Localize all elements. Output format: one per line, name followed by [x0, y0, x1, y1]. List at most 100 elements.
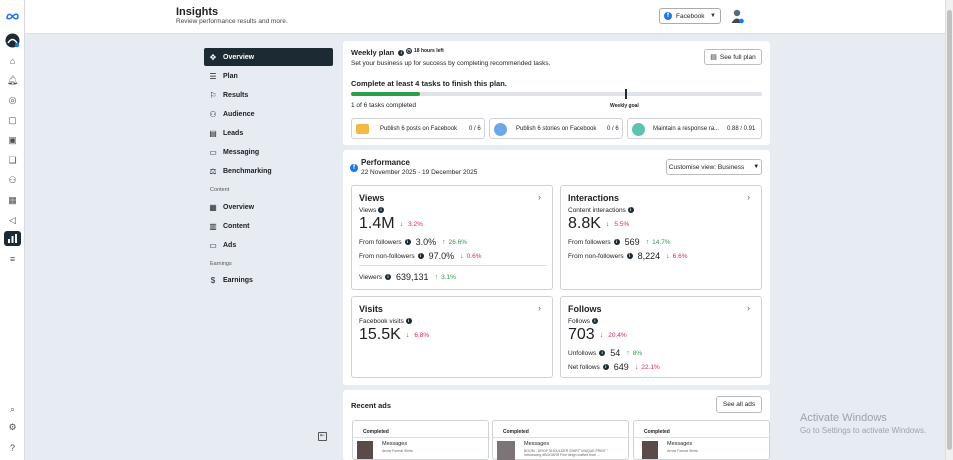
search-icon[interactable]: ⌕	[6, 403, 19, 416]
ad-card[interactable]: Completed Messages Arrow Formal Shirts	[352, 420, 490, 460]
info-icon[interactable]: i	[613, 239, 620, 245]
weekly-goal-text: Complete at least 4 tasks to finish this…	[351, 79, 507, 88]
nav-item-label: Overview	[223, 203, 255, 211]
nav-item-label: Plan	[223, 72, 238, 80]
views-label-text: Views	[359, 207, 377, 214]
visits-metric-card[interactable]: Visits › Facebook visits i 15.5K ↓ 6.8%	[351, 296, 553, 378]
nav-section-earnings: Earnings	[210, 261, 232, 267]
page-avatar-icon[interactable]	[5, 33, 20, 48]
inbox-icon[interactable]: ▣	[6, 134, 19, 147]
megaphone-icon[interactable]: ◁	[6, 214, 19, 227]
interactions-value-row: 8.8K ↓ 5.5%	[568, 215, 629, 233]
chevron-right-icon[interactable]: ›	[747, 192, 750, 202]
facebook-icon: f	[664, 12, 672, 20]
viewers-row: Viewers i 639,131 ↑ 3.1%	[359, 272, 456, 282]
collapse-panel-icon[interactable]: ⇤	[318, 432, 327, 441]
settings-icon[interactable]: ⚙	[6, 421, 19, 434]
ad-card[interactable]: Completed Messages BOOM - DROP SHOULDER …	[492, 420, 630, 460]
info-icon[interactable]: i	[404, 239, 411, 245]
page-subtitle: Review performance results and more.	[176, 18, 288, 25]
facebook-icon: f	[350, 164, 358, 172]
info-icon[interactable]: i	[626, 253, 633, 259]
info-icon[interactable]: i	[405, 318, 412, 325]
help-icon[interactable]: ?	[6, 441, 19, 454]
ad-type: Messages	[382, 441, 408, 447]
chevron-right-icon[interactable]: ›	[538, 192, 541, 202]
performance-card: f Performance 22 November 2025 - 19 Dece…	[343, 150, 770, 385]
ad-thumbnail	[357, 441, 373, 459]
grid-icon[interactable]: ▦	[6, 194, 19, 207]
follows-label: Follows i	[568, 318, 598, 325]
customise-view-select[interactable]: Customise view: Business ▼	[666, 159, 762, 175]
info-icon[interactable]: i	[602, 364, 609, 370]
interactions-label: Content interactions i	[568, 207, 634, 214]
row-value: 97.0%	[428, 251, 455, 261]
info-icon[interactable]: i	[385, 274, 392, 280]
follows-value: 703	[568, 326, 595, 343]
nav-item-results[interactable]: ⚐ Results	[204, 86, 333, 104]
visits-value: 15.5K	[359, 326, 401, 343]
people-icon[interactable]: ⚇	[6, 174, 19, 187]
stack-icon[interactable]: ❏	[6, 154, 19, 167]
time-left-text: 18 hours left	[414, 48, 444, 54]
plan-progress-fill	[351, 92, 420, 96]
posts-icon[interactable]: ▢	[6, 114, 19, 127]
visits-label-text: Facebook visits	[359, 318, 404, 325]
row-change: 14.7%	[652, 238, 671, 246]
arrow-up-icon: ↑	[645, 238, 650, 246]
see-all-ads-button[interactable]: See all ads	[716, 396, 762, 413]
account-select[interactable]: f Facebook ▼	[659, 8, 721, 24]
task-card[interactable]: Publish 6 stories on Facebook 0 / 6	[489, 118, 623, 139]
see-full-plan-button[interactable]: ▤ See full plan	[704, 49, 762, 65]
chevron-right-icon[interactable]: ›	[538, 303, 541, 313]
weekly-plan-title-text: Weekly plan	[351, 48, 395, 57]
nav-item-content[interactable]: ▥ Content	[204, 217, 333, 235]
nav-item-label: Benchmarking	[223, 167, 272, 175]
nav-item-overview[interactable]: ✥ Overview	[204, 48, 333, 66]
recent-ads-card: Recent ads See all ads Completed Message…	[343, 390, 771, 460]
scrollbar-thumb[interactable]	[947, 10, 952, 450]
user-avatar[interactable]	[731, 9, 744, 24]
notifications-icon[interactable]: 🔔︎	[6, 74, 19, 87]
weekly-plan-title: Weekly plan i	[351, 48, 405, 57]
ads-icon: ▭	[209, 240, 217, 250]
nav-item-messaging[interactable]: ▭ Messaging	[204, 143, 333, 161]
nav-item-content-overview[interactable]: ▦ Overview	[204, 198, 333, 216]
meta-logo-icon[interactable]	[5, 10, 20, 23]
chevron-right-icon[interactable]: ›	[747, 303, 750, 313]
home-icon[interactable]: ⌂	[6, 54, 19, 67]
recent-ads-title: Recent ads	[351, 401, 392, 410]
info-icon[interactable]: i	[627, 207, 634, 214]
nav-item-leads[interactable]: ▤ Leads	[204, 124, 333, 142]
see-full-plan-label: See full plan	[719, 53, 756, 61]
visits-label: Facebook visits i	[359, 318, 412, 325]
unfollows-change: 8%	[632, 349, 643, 357]
info-icon[interactable]: i	[599, 350, 606, 356]
nav-item-earnings[interactable]: $ Earnings	[204, 271, 333, 289]
views-metric-card[interactable]: Views › Views i 1.4M ↓ 3.2% From follower…	[351, 185, 553, 290]
global-nav-rail: ⌂ 🔔︎ ◎ ▢ ▣ ❏ ⚇ ▦ ◁ ≡ ⌕ ⚙ ?	[0, 0, 25, 460]
insights-icon[interactable]	[4, 231, 21, 246]
menu-icon[interactable]: ≡	[6, 252, 19, 265]
follows-metric-card[interactable]: Follows › Follows i 703 ↓ 20.4% Unfollows…	[560, 296, 762, 378]
divider	[359, 265, 547, 266]
info-icon[interactable]: i	[398, 50, 405, 57]
follows-title: Follows	[568, 304, 602, 314]
unfollows-value: 54	[610, 348, 621, 358]
task-card[interactable]: Maintain a response ra... 0.88 / 0.91	[627, 118, 762, 139]
ad-card[interactable]: Completed Messages Arrow Formal Shirts	[633, 420, 771, 460]
nav-item-plan[interactable]: ☰ Plan	[204, 67, 333, 85]
arrow-down-icon: ↓	[634, 363, 639, 371]
info-icon[interactable]: i	[378, 207, 385, 214]
nav-item-benchmarking[interactable]: ⚖ Benchmarking	[204, 162, 333, 180]
net-follows-change: 22.1%	[641, 363, 660, 371]
task-card[interactable]: Publish 6 posts on Facebook 0 / 6	[351, 118, 485, 139]
info-icon[interactable]: i	[591, 318, 598, 325]
nav-item-audience[interactable]: ⚇ Audience	[204, 105, 333, 123]
page-scrollbar[interactable]	[945, 0, 953, 460]
interactions-metric-card[interactable]: Interactions › Content interactions i 8.…	[560, 185, 762, 290]
nav-item-ads[interactable]: ▭ Ads	[204, 236, 333, 254]
target-icon[interactable]: ◎	[6, 94, 19, 107]
performance-title: Performance	[361, 158, 410, 167]
info-icon[interactable]: i	[417, 253, 424, 259]
